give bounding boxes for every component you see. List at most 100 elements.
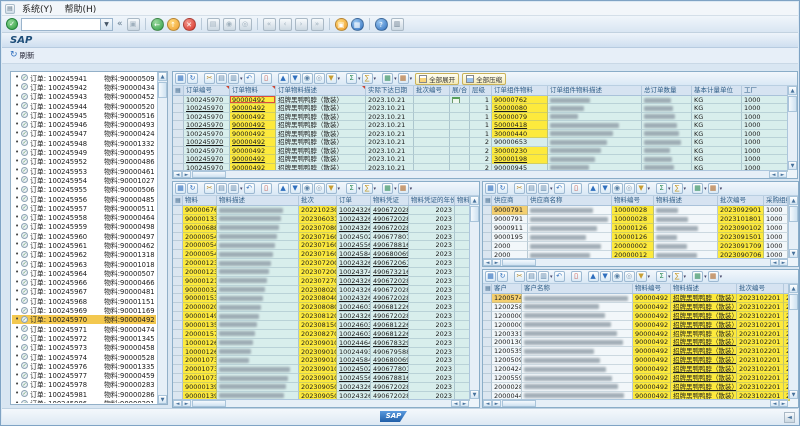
cell[interactable]: 招牌黑鸭鸭脖（散装） (671, 330, 737, 339)
find-next-icon[interactable]: ◎ (239, 18, 252, 31)
subtotal-icon[interactable]: ∑▾ (362, 73, 377, 84)
tree-item[interactable]: •✓订单: 100245971物料:90000474 (12, 324, 156, 333)
cell[interactable]: 100243260 (337, 206, 371, 215)
collapse-toolbar-icon[interactable]: « (117, 19, 123, 29)
copy-icon[interactable]: ▤ (216, 183, 227, 194)
column-header[interactable]: 基本计量单位 (692, 86, 742, 95)
scroll-up-icon[interactable]: ▲ (789, 196, 798, 205)
tree-item[interactable]: •✓订单: 100245959物料:90000498 (12, 222, 156, 231)
refresh-icon[interactable]: ↻ (497, 183, 508, 194)
cell[interactable]: 招牌黑鸭鸭脖（散装） (671, 347, 737, 356)
cell[interactable]: 100245970 (184, 147, 230, 155)
scrollbar-thumb[interactable] (192, 171, 226, 178)
details-icon[interactable]: ▦ (175, 183, 186, 194)
cell[interactable]: 招牌黑鸭鸭脖（散装） (671, 383, 737, 392)
cell[interactable]: 4906720286 (371, 312, 409, 321)
scroll-up-icon[interactable]: ▲ (470, 196, 479, 205)
cell[interactable]: 4906812267 (371, 321, 409, 330)
next-page-icon[interactable]: › (295, 18, 308, 31)
cell[interactable]: 4906778010 (371, 365, 409, 374)
tree-item[interactable]: •✓订单: 100245963物料:90001018 (12, 259, 156, 268)
find-next-icon[interactable]: ◎ (624, 271, 635, 282)
delete-icon[interactable]: ▯ (261, 183, 272, 194)
column-header[interactable]: 物料凭证的年份 (409, 196, 455, 205)
cut-icon[interactable]: ✂ (204, 73, 215, 84)
column-header[interactable]: 批次 (299, 196, 337, 205)
cell[interactable]: 4906800692 (371, 250, 409, 259)
sum-icon[interactable]: Σ▾ (656, 183, 671, 194)
column-header[interactable]: 订单物料描述 (276, 86, 366, 95)
cell[interactable]: 招牌黑鸭鸭脖（散装） (671, 356, 737, 365)
find-next-icon[interactable]: ◎ (314, 73, 325, 84)
scroll-down-icon[interactable]: ▼ (789, 249, 798, 258)
cell[interactable]: 100245970 (184, 96, 230, 104)
subtotal-icon[interactable]: ∑▾ (362, 183, 377, 194)
scrollbar-thumb[interactable] (789, 294, 798, 310)
cell[interactable]: 招牌黑鸭鸭脖（散装） (671, 365, 737, 374)
column-header[interactable]: 客户 (492, 284, 522, 293)
refresh-icon[interactable]: ↻ (187, 73, 198, 84)
tree-item[interactable]: •✓订单: 100245942物料:90000434 (12, 82, 156, 91)
column-header[interactable]: 订单组件物料描述 (548, 86, 642, 95)
suppliers-vertical-scrollbar[interactable]: ▲ ▼ (788, 196, 798, 258)
scroll-right-icon[interactable]: ► (492, 259, 501, 266)
menu-help[interactable]: 帮助(H) (60, 2, 102, 15)
scroll-up-icon[interactable]: ▲ (158, 72, 167, 81)
cancel-icon[interactable]: ✕ (183, 18, 196, 31)
column-header[interactable]: 订单物料 (230, 86, 276, 95)
customers-horizontal-scrollbar[interactable]: ◄ ► ◄ ► (483, 399, 788, 407)
collapse-all-button[interactable]: 全部压缩 (462, 73, 506, 85)
cell[interactable]: 100243260 (337, 224, 371, 233)
column-header[interactable]: 物料描述 (654, 196, 718, 205)
column-header[interactable]: 物料凭证 (371, 196, 409, 205)
tree-item[interactable]: •✓订单: 100245961物料:90000462 (12, 240, 156, 249)
cell[interactable]: 90000492 (230, 138, 276, 146)
scroll-down-icon[interactable]: ▼ (789, 390, 798, 399)
last-page-icon[interactable]: » (311, 18, 324, 31)
tree-item[interactable]: •✓订单: 100245981物料:90000286 (12, 389, 156, 398)
cell[interactable]: 100246037 (337, 330, 371, 339)
column-header[interactable]: ▦ (483, 284, 492, 293)
subtotal-icon[interactable]: ∑▾ (672, 271, 687, 282)
cut-icon[interactable]: ✂ (514, 183, 525, 194)
previous-page-icon[interactable]: ‹ (279, 18, 292, 31)
tree-item[interactable]: •✓订单: 100245960物料:90000497 (12, 231, 156, 240)
back-icon[interactable]: ← (151, 18, 164, 31)
menu-system[interactable]: 系统(Y) (17, 2, 58, 15)
tree-item[interactable]: •✓订单: 100245968物料:90001151 (12, 296, 156, 305)
scroll-right-icon[interactable]: ► (778, 171, 787, 178)
tree-item[interactable]: •✓订单: 100245969物料:90001169 (12, 305, 156, 314)
cell[interactable]: 招牌黑鸭鸭脖（散装） (671, 321, 737, 330)
scroll-left-icon[interactable]: ◄ (483, 400, 492, 407)
tree-item[interactable]: •✓订单: 100245953物料:90000461 (12, 166, 156, 175)
system-menu-icon[interactable]: ▤ (5, 4, 15, 14)
cell[interactable]: 90000762 (492, 96, 548, 104)
scroll-left-icon[interactable]: ◄ (173, 171, 182, 178)
tree-item[interactable]: •✓订单: 100245945物料:90000516 (12, 110, 156, 119)
sort-asc-icon[interactable]: ▲ (278, 183, 289, 194)
cell[interactable]: 50000079 (492, 113, 548, 121)
cell[interactable]: 100245970 (184, 155, 230, 163)
command-field[interactable]: ▼ (21, 18, 113, 31)
filter-icon[interactable]: ▼▾ (326, 183, 341, 194)
column-header[interactable]: ▦ (173, 196, 183, 205)
column-header[interactable]: 物料描述 (671, 284, 737, 293)
cell[interactable]: 100246037 (337, 303, 371, 312)
tree-item[interactable]: •✓订单: 100245955物料:90000506 (12, 185, 156, 194)
undo-icon[interactable]: ↶ (244, 183, 255, 194)
layout-menu-icon[interactable]: ▥ (391, 18, 404, 31)
scrollbar-thumb[interactable] (470, 206, 479, 222)
column-header[interactable]: 批次编号 (718, 196, 764, 205)
cell[interactable]: 100243260 (337, 312, 371, 321)
cell[interactable]: 90000492 (230, 113, 276, 121)
cell[interactable]: 4906720286 (371, 294, 409, 303)
cell[interactable]: 4906720286 (371, 277, 409, 286)
sort-desc-icon[interactable]: ▼ (290, 73, 301, 84)
undo-icon[interactable]: ↶ (554, 183, 565, 194)
expand-grid-icon[interactable] (452, 97, 460, 104)
cell[interactable]: 90000492 (230, 155, 276, 163)
cell[interactable]: 4906732162 (371, 268, 409, 277)
cell[interactable]: 100243260 (337, 215, 371, 224)
tree-item[interactable]: •✓订单: 100245944物料:90000520 (12, 101, 156, 110)
sort-desc-icon[interactable]: ▼ (600, 271, 611, 282)
